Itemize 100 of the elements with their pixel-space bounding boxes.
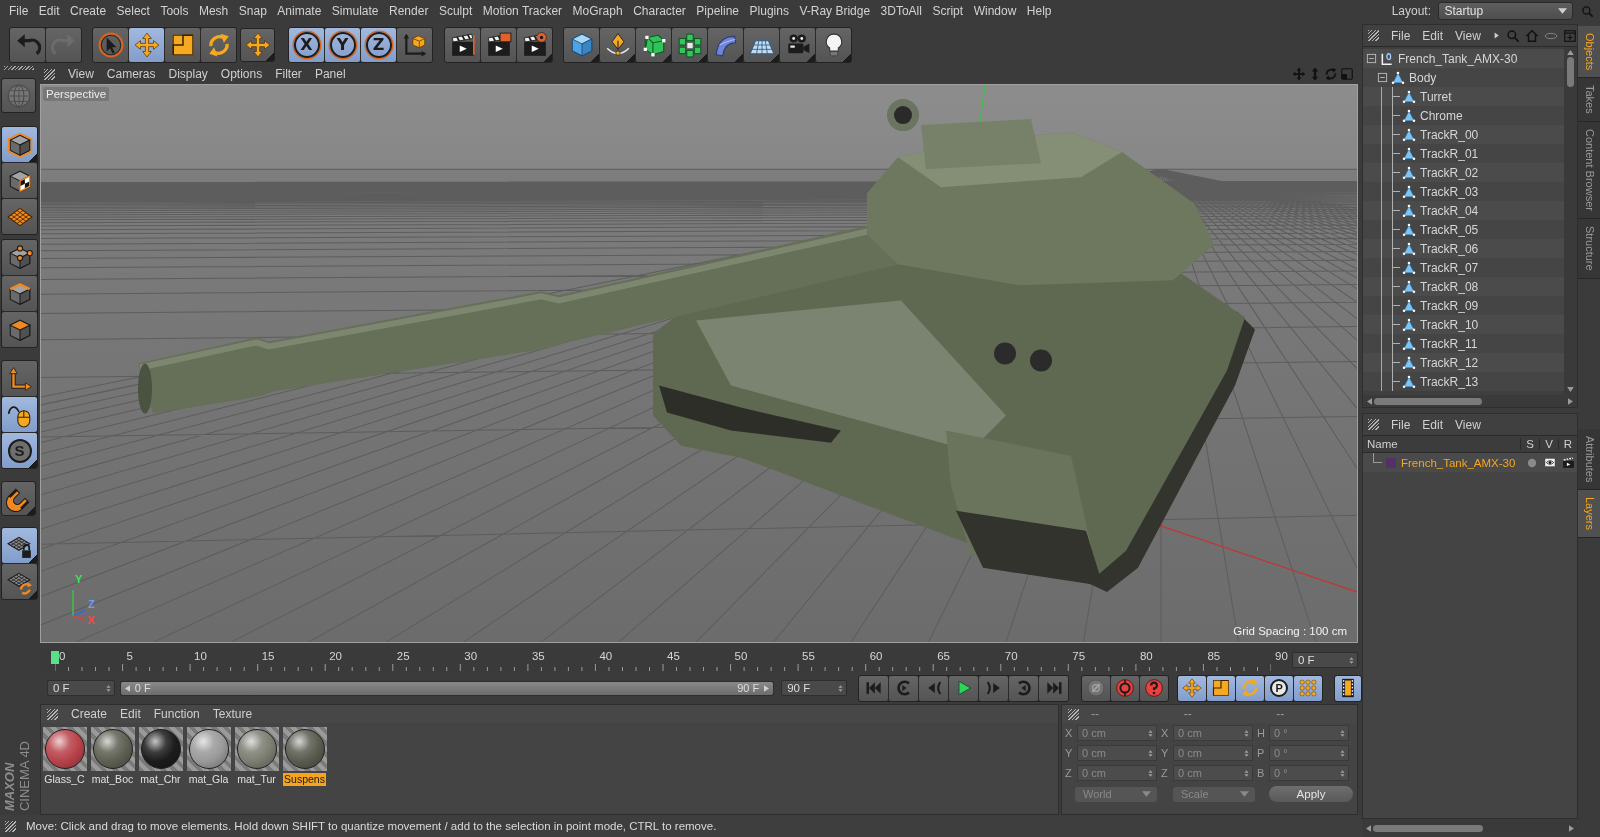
scroll-right-arrow-icon[interactable] [1568,397,1573,405]
object-row[interactable]: TrackR_01 [1363,144,1564,163]
coordinate-system-button[interactable] [397,27,432,62]
viewport-menu-item[interactable]: Display [168,67,208,81]
play-button[interactable] [949,675,979,701]
key-scale-button[interactable] [1207,675,1236,701]
scrollbar-thumb[interactable] [1374,397,1482,405]
scale-tool-button[interactable] [165,27,200,62]
render-settings-button[interactable] [517,27,552,62]
model-mode-button[interactable] [2,127,37,162]
scroll-left-arrow-icon[interactable] [1366,824,1371,832]
side-tab[interactable]: Attributes [1578,428,1600,491]
material-name[interactable]: Suspens [283,773,326,786]
material-menu-item[interactable]: Function [153,707,200,721]
menu-item[interactable]: File [9,4,29,18]
object-row[interactable]: TrackR_06 [1363,239,1564,258]
viewport-canvas[interactable]: Perspective Grid Spacing : 100 cm Y Z X [40,84,1358,643]
menu-item[interactable]: Edit [38,4,60,18]
polygons-mode-button[interactable] [2,312,37,347]
autokey-button[interactable] [1140,675,1169,701]
pen-button[interactable] [600,27,635,62]
scroll-right-arrow-icon[interactable] [1569,824,1574,832]
material-sphere-icon[interactable] [90,727,135,771]
tweak-mode-button[interactable] [2,397,37,432]
workplane-mode-button[interactable] [2,199,37,234]
material-name[interactable]: Glass_C [43,773,86,786]
subdivision-button[interactable] [636,27,671,62]
go-to-end-button[interactable] [1039,675,1069,701]
manager-menu-item[interactable]: View [1455,417,1481,432]
camera-label[interactable]: Perspective [43,87,110,101]
menu-item[interactable]: Window [973,4,1017,18]
material-sphere-icon[interactable] [186,727,231,771]
manager-menu-item[interactable]: View [1455,28,1481,43]
collapse-icon[interactable] [1366,53,1377,64]
rotate-tool-button[interactable] [201,27,236,62]
frame-field[interactable]: 0 F [1292,652,1358,668]
scroll-up-arrow-icon[interactable] [1567,50,1574,55]
next-key-button[interactable] [1009,675,1039,701]
texture-mode-button[interactable] [2,163,37,198]
object-row[interactable]: TrackR_05 [1363,220,1564,239]
material-sphere-icon[interactable] [282,727,327,771]
object-row[interactable]: TrackR_11 [1363,334,1564,353]
key-position-button[interactable] [1178,675,1207,701]
manager-menu-item[interactable]: Edit [1422,417,1444,432]
scroll-left-arrow-icon[interactable] [1367,397,1372,405]
recent-tool-button[interactable] [240,27,275,62]
menu-item[interactable]: Tools [160,4,189,18]
go-to-start-button[interactable] [859,675,889,701]
side-tab[interactable]: Content Browser [1578,122,1600,219]
manager-menu-item[interactable]: Edit [1422,28,1444,43]
material-menu-item[interactable]: Create [71,707,108,721]
menu-item[interactable]: MoGraph [572,4,623,18]
z-axis-button[interactable]: Z [361,27,396,62]
start-frame-field[interactable]: 0 F [47,680,115,696]
object-row[interactable]: TrackR_09 [1363,296,1564,315]
menu-item[interactable]: Select [116,4,150,18]
menu-item[interactable]: Snap [238,4,267,18]
side-tab[interactable]: Objects [1578,26,1600,79]
snap-button[interactable] [1,481,36,516]
object-row[interactable]: Body [1363,68,1564,87]
scrollbar-thumb[interactable] [1567,57,1574,87]
object-row[interactable]: TrackR_03 [1363,182,1564,201]
object-row[interactable]: French_Tank_AMX-30 [1363,49,1564,68]
menu-item[interactable]: Create [70,4,107,18]
material-name[interactable]: mat_Chr [139,773,182,786]
menu-item[interactable]: Render [389,4,429,18]
menu-item[interactable]: Help [1026,4,1052,18]
apply-button[interactable]: Apply [1269,786,1353,802]
vertical-scrollbar[interactable] [1564,47,1577,395]
side-tab[interactable]: Structure [1578,219,1600,279]
manager-menu-item[interactable]: File [1391,417,1411,432]
menu-item[interactable]: Simulate [331,4,379,18]
render-view-button[interactable] [445,27,480,62]
previous-key-button[interactable] [889,675,919,701]
scrollbar-thumb[interactable] [1373,824,1483,832]
move-tool-button[interactable] [129,27,164,62]
object-row[interactable]: TrackR_07 [1363,258,1564,277]
viewport-menu-item[interactable]: Filter [275,67,302,81]
menu-item[interactable]: 3DToAll [880,4,922,18]
viewport-menu-item[interactable]: Panel [314,67,346,81]
object-row[interactable]: TrackR_00 [1363,125,1564,144]
material-sphere-icon[interactable] [138,727,183,771]
scroll-down-arrow-icon[interactable] [1567,387,1574,392]
cloner-button[interactable] [672,27,707,62]
material-name[interactable]: mat_Tur [236,773,277,786]
menu-item[interactable]: Plugins [749,4,789,18]
end-frame-field[interactable]: 90 F [781,680,848,696]
floor-button[interactable] [744,27,779,62]
x-axis-button[interactable]: X [289,27,324,62]
side-tab[interactable]: Layers [1578,490,1600,539]
object-row[interactable]: TrackR_02 [1363,163,1564,182]
collapse-icon[interactable] [1377,72,1388,83]
menu-item[interactable]: Animate [277,4,322,18]
key-point-level-button[interactable] [1294,675,1323,701]
align-workplane-button[interactable] [2,564,37,599]
object-row[interactable]: TrackR_10 [1363,315,1564,334]
side-tab[interactable]: Takes [1578,78,1600,123]
deformer-button[interactable] [708,27,743,62]
viewport-menu-item[interactable]: View [68,67,94,81]
y-axis-button[interactable]: Y [325,27,360,62]
